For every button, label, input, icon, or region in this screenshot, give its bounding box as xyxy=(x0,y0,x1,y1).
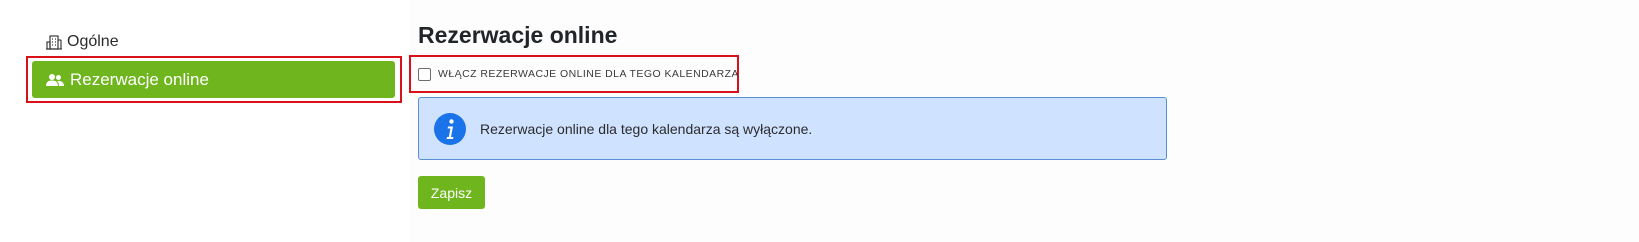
sidebar-item-general[interactable]: Ogólne xyxy=(46,30,119,54)
sidebar-item-label: Rezerwacje online xyxy=(70,69,209,89)
users-icon xyxy=(46,73,64,87)
enable-online-booking-label[interactable]: WŁĄCZ REZERWACJE ONLINE DLA TEGO KALENDA… xyxy=(438,68,739,80)
enable-online-booking-checkbox[interactable] xyxy=(418,67,431,81)
alert-message: Rezerwacje online dla tego kalendarza są… xyxy=(480,120,813,137)
enable-online-booking-row[interactable]: WŁĄCZ REZERWACJE ONLINE DLA TEGO KALENDA… xyxy=(418,65,739,83)
sidebar: Ogólne Rezerwacje online xyxy=(0,0,410,242)
building-icon xyxy=(46,34,62,50)
page: Ogólne Rezerwacje online Rezerwacje onli… xyxy=(0,0,1639,242)
sidebar-item-label: Ogólne xyxy=(67,33,119,50)
sidebar-item-online-booking[interactable]: Rezerwacje online xyxy=(32,61,395,98)
info-alert: Rezerwacje online dla tego kalendarza są… xyxy=(418,97,1167,160)
page-title: Rezerwacje online xyxy=(418,22,618,48)
save-button[interactable]: Zapisz xyxy=(418,176,485,209)
info-icon xyxy=(434,112,466,145)
